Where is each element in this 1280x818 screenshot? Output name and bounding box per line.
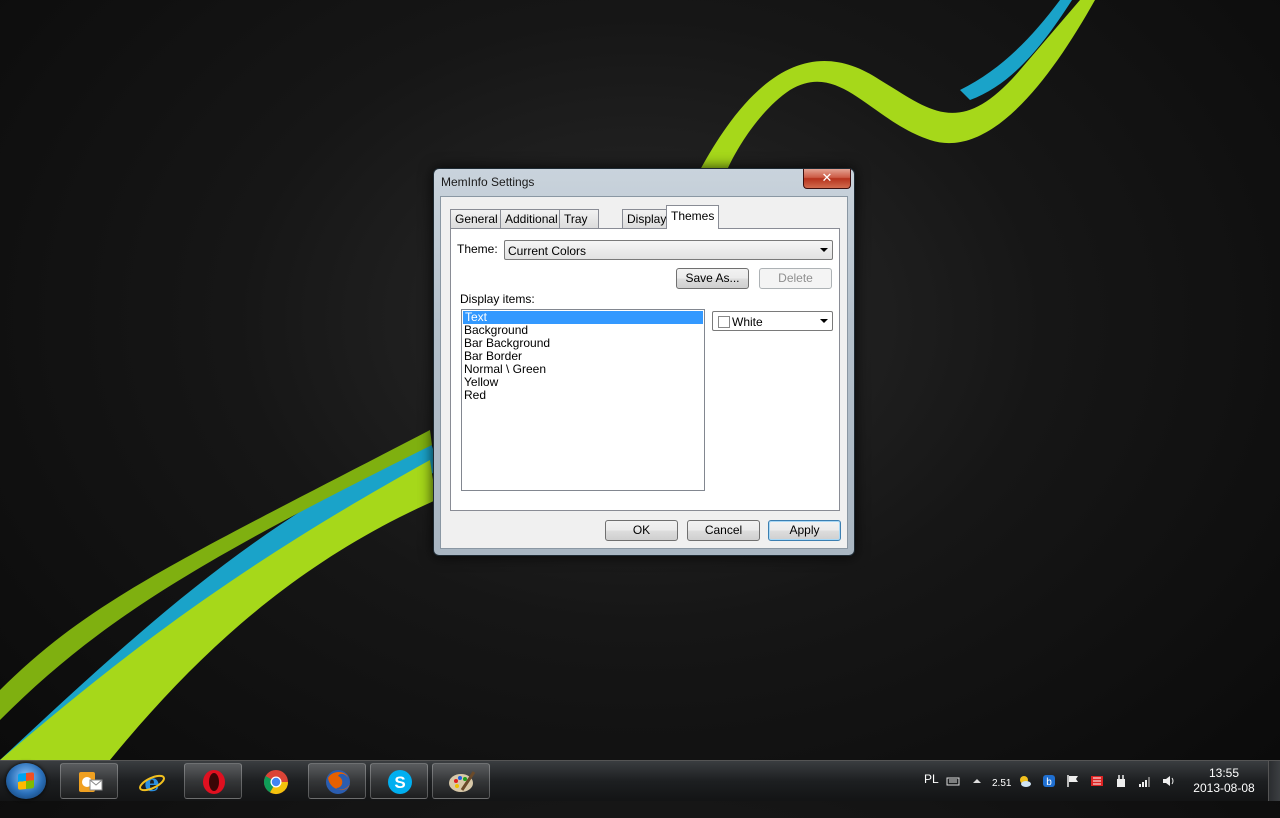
show-hidden-icons-icon[interactable] xyxy=(970,774,984,788)
clock-date: 2013-08-08 xyxy=(1193,781,1255,795)
color-swatch xyxy=(718,316,730,328)
chevron-down-icon xyxy=(820,319,828,323)
ok-button[interactable]: OK xyxy=(605,520,678,541)
theme-dropdown[interactable]: Current Colors xyxy=(504,240,833,260)
tab-general[interactable]: General xyxy=(450,209,503,228)
meminfo-settings-window: MemInfo Settings ✕ General Additional Tr… xyxy=(433,168,855,556)
volume-icon[interactable] xyxy=(1162,774,1176,788)
bluetooth-icon[interactable]: b xyxy=(1042,774,1056,788)
display-items-label: Display items: xyxy=(460,292,535,306)
cancel-button[interactable]: Cancel xyxy=(687,520,760,541)
theme-dropdown-value: Current Colors xyxy=(508,244,587,258)
theme-label: Theme: xyxy=(457,242,498,256)
opera-icon xyxy=(203,770,225,794)
start-button[interactable] xyxy=(6,763,46,799)
tab-themes[interactable]: Themes xyxy=(666,205,720,229)
save-as-button[interactable]: Save As... xyxy=(676,268,749,289)
tab-tray-menu[interactable]: Tray Menu xyxy=(559,209,600,244)
internet-explorer-icon: e xyxy=(139,768,165,796)
skype-icon: S xyxy=(388,770,412,794)
keyboard-icon[interactable] xyxy=(946,774,960,788)
taskbar-firefox[interactable] xyxy=(308,763,366,799)
chevron-down-icon xyxy=(820,248,828,252)
list-item[interactable]: Red xyxy=(462,389,704,402)
list-item[interactable]: Normal \ Green xyxy=(462,363,704,376)
taskbar-chrome[interactable] xyxy=(246,763,304,799)
tab-additional[interactable]: Additional xyxy=(500,209,563,228)
network-indicator[interactable]: 2.51 xyxy=(992,778,1011,818)
taskbar: e S PL 2.51 b 13:55 2013-08-08 xyxy=(0,760,1280,801)
color-dropdown-value: White xyxy=(732,315,763,329)
wifi-signal-icon[interactable] xyxy=(1138,774,1152,788)
taskbar-opera[interactable] xyxy=(184,763,242,799)
taskbar-outlook[interactable] xyxy=(60,763,118,799)
show-desktop-button[interactable] xyxy=(1268,761,1280,801)
taskbar-paint[interactable] xyxy=(432,763,490,799)
antivirus-icon[interactable] xyxy=(1090,774,1104,788)
svg-text:S: S xyxy=(394,773,405,792)
list-item[interactable]: Yellow xyxy=(462,376,704,389)
svg-text:e: e xyxy=(144,768,159,796)
clock-time: 13:55 xyxy=(1208,766,1240,780)
language-indicator[interactable]: PL xyxy=(924,772,939,812)
dialog-client-area: General Additional Tray Menu Display The… xyxy=(440,196,848,549)
taskbar-internet-explorer[interactable]: e xyxy=(122,763,180,799)
chrome-icon xyxy=(263,770,288,795)
svg-text:b: b xyxy=(1046,777,1052,788)
firefox-icon xyxy=(326,770,350,794)
delete-button[interactable]: Delete xyxy=(759,268,832,289)
taskbar-skype[interactable]: S xyxy=(370,763,428,799)
clock[interactable]: 13:55 2013-08-08 xyxy=(1186,766,1262,796)
apply-button[interactable]: Apply xyxy=(768,520,841,541)
color-dropdown[interactable]: White xyxy=(712,311,833,331)
outlook-icon xyxy=(79,772,103,792)
power-icon[interactable] xyxy=(1114,774,1128,788)
paint-icon xyxy=(449,771,476,792)
close-button[interactable]: ✕ xyxy=(803,169,851,189)
tab-display[interactable]: Display xyxy=(622,209,672,228)
window-title: MemInfo Settings xyxy=(441,175,535,189)
action-center-flag-icon[interactable] xyxy=(1066,774,1080,788)
display-items-list[interactable]: Text Background Bar Background Bar Borde… xyxy=(461,309,705,491)
weather-icon[interactable] xyxy=(1018,774,1032,788)
themes-panel: Theme: Current Colors Save As... Delete … xyxy=(450,228,840,511)
